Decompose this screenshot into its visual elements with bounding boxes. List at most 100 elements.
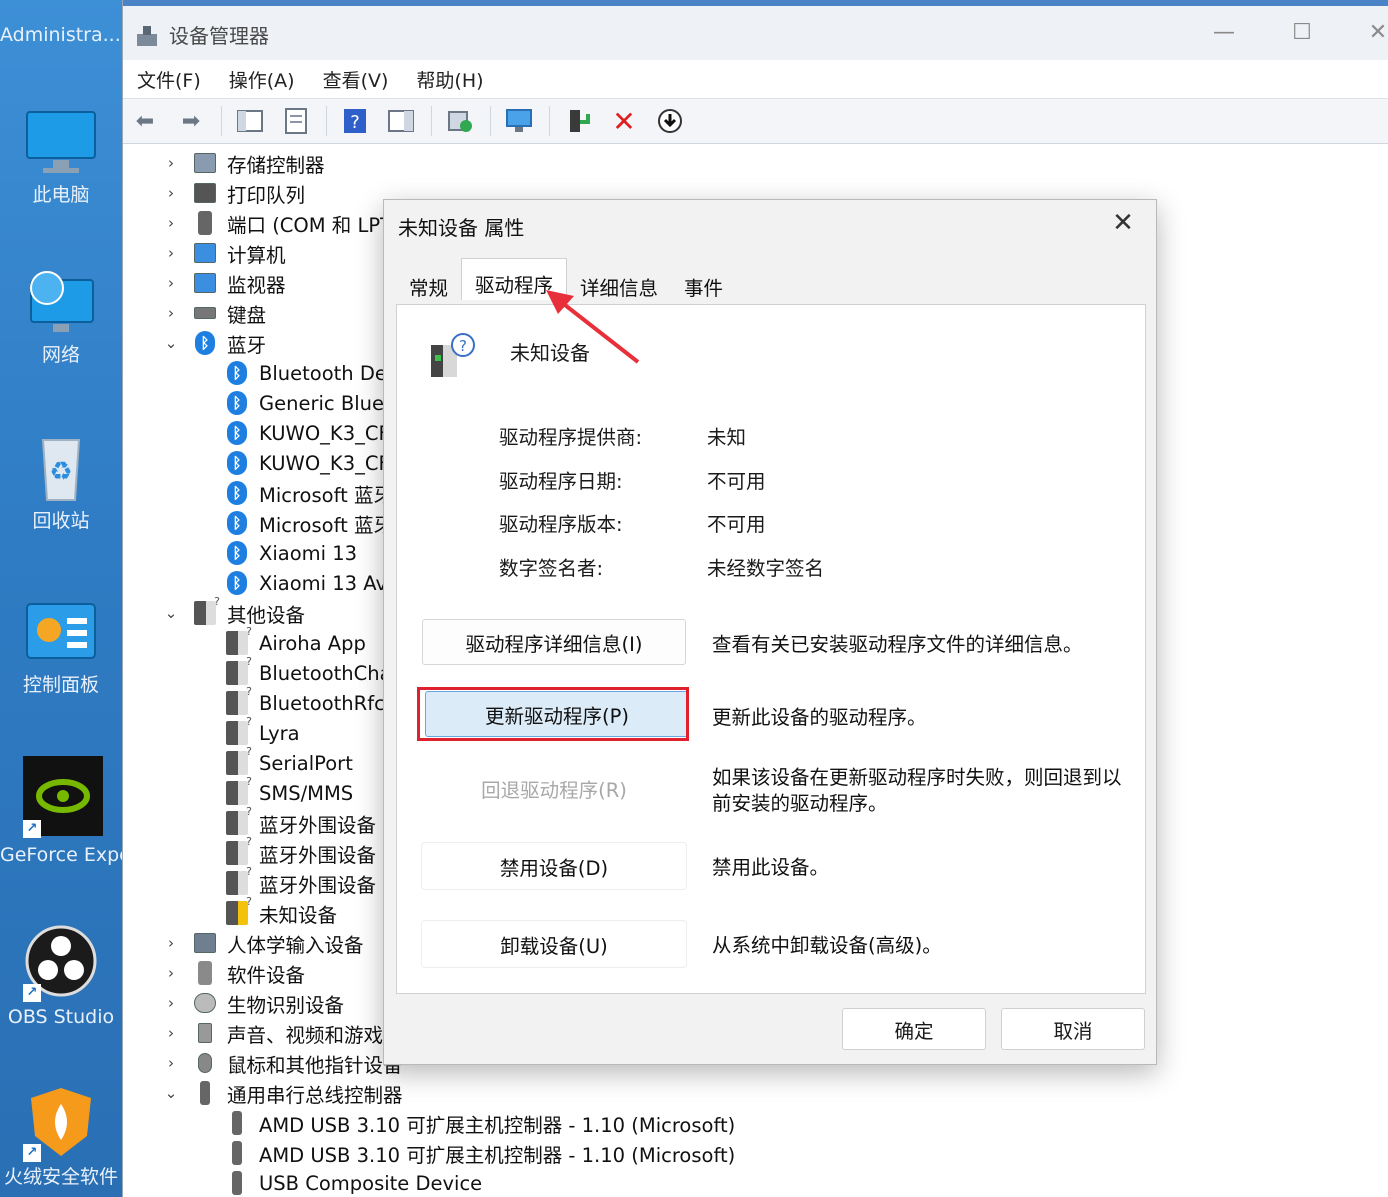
- tree-leaf-bluetooth-device[interactable]: ᛒ Xiaomi 13: [225, 538, 357, 568]
- tree-node-mouse[interactable]: › 鼠标和其他指针设备: [168, 1048, 403, 1078]
- show-hide-action-pane-icon[interactable]: [385, 105, 417, 137]
- tab-general[interactable]: 常规: [396, 262, 461, 302]
- chevron-right-icon[interactable]: ›: [163, 928, 179, 958]
- desktop-icon-huorong[interactable]: ↗ 火绒安全软件: [0, 1086, 122, 1190]
- tree-leaf-bluetooth-device[interactable]: ᛒ Xiaomi 13 Avr: [225, 568, 395, 598]
- svg-text:?: ?: [459, 337, 467, 355]
- tree-leaf-other-device[interactable]: 蓝牙外围设备: [225, 805, 377, 838]
- menu-help[interactable]: 帮助(H): [416, 66, 483, 93]
- tree-leaf-bluetooth-device[interactable]: ᛒ KUWO_K3_CF: [225, 448, 390, 478]
- roll-back-driver-button[interactable]: 回退驱动程序(R): [422, 765, 686, 811]
- chevron-right-icon[interactable]: ›: [163, 208, 179, 238]
- close-window-button[interactable]: ✕: [1363, 18, 1388, 48]
- minimize-button[interactable]: —: [1209, 18, 1239, 48]
- chevron-down-icon[interactable]: ⌄: [163, 328, 179, 358]
- tree-node-computer[interactable]: › 计算机: [168, 238, 286, 268]
- tree-node-label: 端口 (COM 和 LPT): [227, 213, 400, 237]
- chevron-right-icon[interactable]: ›: [163, 988, 179, 1018]
- tree-leaf-other-device[interactable]: 蓝牙外围设备: [225, 835, 376, 868]
- tree-node-storage[interactable]: › 存储控制器: [168, 148, 325, 178]
- scan-hardware-icon[interactable]: [503, 105, 535, 137]
- tree-node-ports[interactable]: › 端口 (COM 和 LPT): [168, 208, 400, 238]
- tree-leaf-usb-device[interactable]: AMD USB 3.10 可扩展主机控制器 - 1.10 (Microsoft): [225, 1138, 735, 1168]
- tree-leaf-other-device[interactable]: BluetoothRfcc: [225, 685, 396, 718]
- properties-icon[interactable]: [280, 105, 312, 137]
- show-hide-console-tree-icon[interactable]: [234, 105, 266, 137]
- tree-node-audio[interactable]: › 声音、视频和游戏: [168, 1018, 383, 1048]
- unknown-device-icon: [225, 775, 252, 805]
- cancel-button[interactable]: 取消: [1001, 1008, 1145, 1050]
- tree-node-software[interactable]: › 软件设备: [168, 958, 305, 988]
- tree-leaf-label: SerialPort: [259, 751, 353, 775]
- tree-leaf-other-device[interactable]: Airoha App: [225, 625, 366, 658]
- chevron-right-icon[interactable]: ›: [163, 238, 179, 268]
- tree-node-monitors[interactable]: › 监视器: [168, 268, 286, 298]
- driver-provider-value: 未知: [707, 426, 747, 449]
- help-icon[interactable]: ?: [339, 105, 371, 137]
- tree-leaf-usb-device[interactable]: AMD USB 3.10 可扩展主机控制器 - 1.10 (Microsoft): [225, 1108, 735, 1138]
- tree-leaf-other-device[interactable]: BluetoothChat: [225, 655, 399, 688]
- tree-leaf-other-device[interactable]: SMS/MMS: [225, 775, 353, 808]
- tree-node-biometric[interactable]: › 生物识别设备: [168, 988, 344, 1018]
- tree-leaf-bluetooth-device[interactable]: ᛒ Bluetooth Dev: [225, 358, 398, 388]
- menu-view[interactable]: 查看(V): [323, 66, 389, 93]
- ok-button[interactable]: 确定: [842, 1008, 986, 1050]
- back-arrow-icon[interactable]: ⬅: [129, 105, 161, 137]
- uninstall-device-button[interactable]: 卸载设备(U): [422, 921, 686, 967]
- desktop-icon-this-pc[interactable]: 此电脑: [0, 110, 122, 208]
- tree-leaf-label: Airoha App: [259, 631, 366, 655]
- window-title: 设备管理器: [169, 24, 269, 48]
- warning-device-icon: [225, 895, 252, 925]
- chevron-right-icon[interactable]: ›: [163, 178, 179, 208]
- chevron-right-icon[interactable]: ›: [163, 958, 179, 988]
- desktop-icon-recycle-bin[interactable]: ♻ 回收站: [0, 436, 122, 534]
- chevron-down-icon[interactable]: ⌄: [163, 598, 179, 628]
- chevron-down-icon[interactable]: ⌄: [163, 1078, 179, 1108]
- menu-action[interactable]: 操作(A): [229, 66, 295, 93]
- recycle-bin-icon: ♻: [23, 436, 99, 502]
- window-titlebar[interactable]: 设备管理器 — ☐ ✕: [123, 0, 1388, 60]
- dialog-close-button[interactable]: ✕: [1108, 208, 1138, 238]
- download-icon[interactable]: [654, 105, 686, 137]
- desktop-icon-network[interactable]: 网络: [0, 270, 122, 368]
- tree-leaf-unknown-device[interactable]: 未知设备: [225, 895, 337, 928]
- usb-icon: [225, 1111, 249, 1135]
- tree-node-hid[interactable]: › 人体学输入设备: [168, 928, 364, 958]
- uninstall-x-icon[interactable]: ✕: [608, 105, 640, 138]
- driver-details-button[interactable]: 驱动程序详细信息(I): [422, 619, 686, 665]
- chevron-right-icon[interactable]: ›: [163, 1048, 179, 1078]
- maximize-button[interactable]: ☐: [1287, 18, 1317, 48]
- desktop-icon-obs[interactable]: ↗ OBS Studio: [0, 924, 122, 1030]
- tree-leaf-bluetooth-device[interactable]: ᛒ Microsoft 蓝牙: [225, 478, 393, 508]
- tree-leaf-bluetooth-device[interactable]: ᛒ Microsoft 蓝牙: [225, 508, 393, 538]
- tree-leaf-other-device[interactable]: Lyra: [225, 715, 300, 748]
- tree-leaf-other-device[interactable]: SerialPort: [225, 745, 353, 778]
- add-driver-icon[interactable]: [562, 105, 594, 137]
- tree-node-usb[interactable]: ⌄ 通用串行总线控制器: [165, 1078, 403, 1108]
- disable-device-button[interactable]: 禁用设备(D): [422, 843, 686, 889]
- admin-folder-label[interactable]: Administra...: [0, 24, 122, 46]
- unknown-device-icon: [225, 625, 252, 655]
- tree-node-print-queue[interactable]: › 打印队列: [168, 178, 306, 208]
- chevron-right-icon[interactable]: ›: [163, 148, 179, 178]
- tab-events[interactable]: 事件: [671, 262, 736, 302]
- chevron-right-icon[interactable]: ›: [163, 1018, 179, 1048]
- shortcut-arrow-icon: ↗: [23, 820, 41, 838]
- tree-node-label: 人体学输入设备: [227, 933, 364, 957]
- tree-leaf-label: 蓝牙外围设备: [259, 813, 377, 837]
- desktop-icon-geforce[interactable]: ↗ GeForce Experience: [0, 756, 122, 868]
- tree-node-keyboard[interactable]: › 键盘: [168, 298, 266, 328]
- tree-node-label: 打印队列: [227, 183, 306, 207]
- tree-node-bluetooth[interactable]: ⌄ ᛒ 蓝牙: [165, 328, 266, 358]
- tree-leaf-other-device[interactable]: 蓝牙外围设备: [225, 865, 376, 898]
- forward-arrow-icon[interactable]: ➡: [175, 105, 207, 137]
- tree-node-other-devices[interactable]: ⌄ 其他设备: [165, 595, 305, 628]
- tree-leaf-bluetooth-device[interactable]: ᛒ Generic Blueto: [225, 388, 404, 418]
- menu-file[interactable]: 文件(F): [137, 66, 201, 93]
- tree-leaf-bluetooth-device[interactable]: ᛒ KUWO_K3_CF: [225, 418, 390, 448]
- chevron-right-icon[interactable]: ›: [163, 298, 179, 328]
- tree-leaf-usb-device[interactable]: USB Composite Device: [225, 1168, 482, 1197]
- desktop-icon-control-panel[interactable]: 控制面板: [0, 600, 122, 698]
- update-driver-icon[interactable]: [444, 105, 476, 137]
- chevron-right-icon[interactable]: ›: [163, 268, 179, 298]
